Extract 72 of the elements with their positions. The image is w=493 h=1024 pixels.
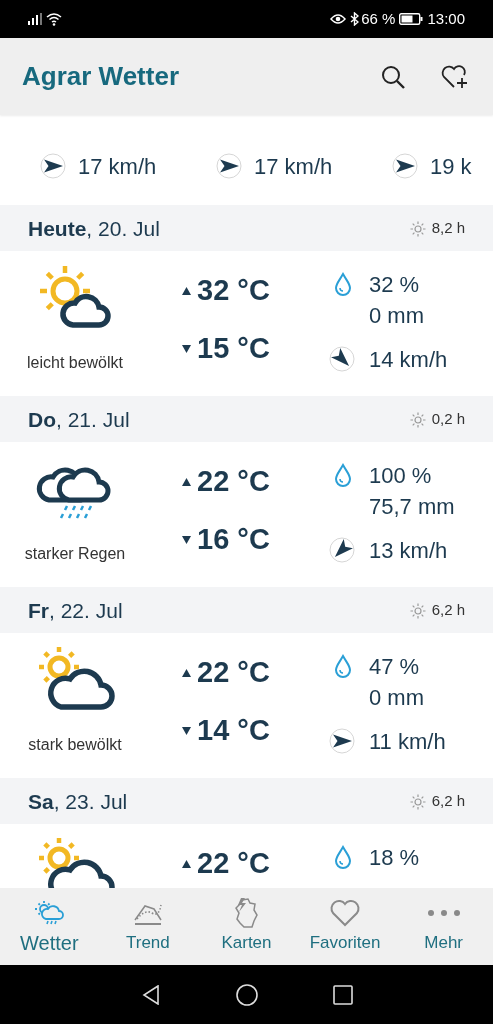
up-triangle-icon bbox=[182, 860, 191, 868]
tab[interactable]: Karten bbox=[197, 888, 296, 965]
wind-speed: 19 k bbox=[430, 152, 472, 181]
wind-speed: 17 km/h bbox=[78, 152, 157, 181]
up-triangle-icon bbox=[182, 478, 191, 486]
home-button[interactable] bbox=[234, 982, 259, 1007]
day-date: Heute, 20. Jul bbox=[28, 215, 161, 242]
rain-amount: 75,7 mm bbox=[368, 493, 456, 521]
down-triangle-icon bbox=[182, 345, 191, 353]
battery-percentage: 66 % bbox=[361, 8, 396, 29]
high-temperature: 32 °C bbox=[197, 273, 270, 309]
high-temperature: 22 °C bbox=[197, 655, 270, 691]
wind-direction-icon bbox=[329, 728, 355, 754]
wind-direction-icon bbox=[329, 346, 355, 372]
day-date: Sa, 23. Jul bbox=[28, 788, 129, 815]
low-temperature: 15 °C bbox=[197, 331, 270, 367]
signal-icon bbox=[28, 13, 42, 25]
up-triangle-icon bbox=[182, 287, 191, 295]
rain-amount: 0 mm bbox=[368, 302, 425, 330]
recents-icon bbox=[332, 984, 353, 1005]
rain-probability: 32 % bbox=[369, 270, 420, 299]
app-title: Agrar Wetter bbox=[22, 60, 180, 93]
sun-icon bbox=[409, 411, 426, 428]
wifi-icon bbox=[46, 12, 62, 26]
up-triangle-icon bbox=[182, 669, 191, 677]
raindrop-icon bbox=[333, 463, 353, 487]
wind-direction-icon bbox=[40, 153, 66, 179]
battery-icon bbox=[399, 13, 424, 25]
raindrop-icon bbox=[333, 654, 353, 678]
sunshine-hours: 6,2 h bbox=[431, 600, 465, 621]
recent-apps-button[interactable] bbox=[330, 982, 355, 1007]
wind-direction-icon bbox=[329, 537, 355, 563]
low-temperature: 14 °C bbox=[197, 713, 270, 749]
low-temperature: 16 °C bbox=[197, 522, 270, 558]
sun-icon bbox=[409, 602, 426, 619]
sun-icon bbox=[409, 793, 426, 810]
day-date: Do, 21. Jul bbox=[28, 406, 131, 433]
wind-direction-icon bbox=[216, 153, 242, 179]
rain-amount: 0 mm bbox=[368, 684, 425, 712]
weather-condition: starker Regen bbox=[24, 544, 126, 564]
home-icon bbox=[235, 983, 258, 1006]
raindrop-icon bbox=[333, 845, 353, 869]
tab[interactable]: Favoriten bbox=[295, 888, 395, 965]
tab[interactable]: Wetter bbox=[0, 888, 99, 965]
eye-icon bbox=[330, 13, 347, 25]
wind-speed: 17 km/h bbox=[254, 152, 333, 181]
weather-condition: leicht bewölkt bbox=[26, 353, 123, 373]
tab[interactable]: Mehr bbox=[394, 888, 493, 965]
rain-probability: 18 % bbox=[369, 843, 420, 872]
search-icon bbox=[380, 63, 406, 90]
day-date: Fr, 22. Jul bbox=[28, 597, 124, 624]
heart-plus-icon bbox=[441, 63, 469, 90]
clock-time: 13:00 bbox=[427, 8, 465, 29]
sun-icon bbox=[409, 220, 426, 237]
wind-speed: 11 km/h bbox=[369, 727, 446, 756]
rain-probability: 100 % bbox=[369, 461, 432, 490]
weather-condition: stark bewölkt bbox=[28, 735, 122, 755]
back-icon bbox=[141, 984, 160, 1005]
down-triangle-icon bbox=[182, 727, 191, 735]
bluetooth-icon bbox=[350, 12, 360, 26]
sunshine-hours: 6,2 h bbox=[431, 791, 465, 812]
sunshine-hours: 0,2 h bbox=[431, 409, 465, 430]
high-temperature: 22 °C bbox=[197, 846, 270, 882]
wind-speed: 14 km/h bbox=[369, 345, 448, 374]
sunshine-hours: 8,2 h bbox=[431, 218, 465, 239]
tab[interactable]: Trend bbox=[98, 888, 198, 965]
high-temperature: 22 °C bbox=[197, 464, 270, 500]
down-triangle-icon bbox=[182, 536, 191, 544]
raindrop-icon bbox=[333, 272, 353, 296]
rain-probability: 47 % bbox=[369, 652, 420, 681]
wind-direction-icon bbox=[392, 153, 418, 179]
wind-speed: 13 km/h bbox=[369, 536, 448, 565]
